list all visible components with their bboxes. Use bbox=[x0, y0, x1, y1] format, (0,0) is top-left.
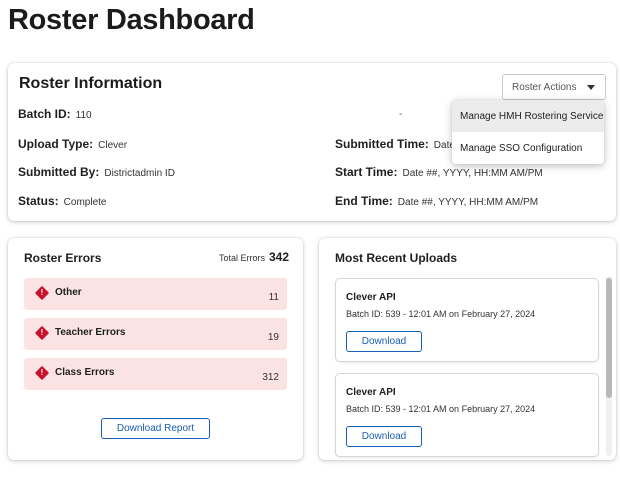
roster-errors-title: Roster Errors bbox=[24, 251, 102, 265]
total-errors: Total Errors 342 bbox=[219, 250, 289, 264]
roster-information-title: Roster Information bbox=[19, 75, 163, 92]
upload-item-title: Clever API bbox=[346, 292, 396, 303]
error-row-teacher-errors[interactable]: Teacher Errors 19 bbox=[24, 318, 287, 350]
uploads-scrollbar-thumb[interactable] bbox=[606, 278, 612, 398]
upload-type-value: Clever bbox=[98, 140, 128, 151]
error-row-other[interactable]: Other 11 bbox=[24, 278, 287, 310]
upload-item-title: Clever API bbox=[346, 387, 396, 398]
upload-item-meta: Batch ID: 539 - 12:01 AM on February 27,… bbox=[346, 404, 536, 414]
menu-item-manage-hmh-rostering[interactable]: Manage HMH Rostering Service bbox=[452, 100, 604, 132]
menu-item-manage-sso-configuration[interactable]: Manage SSO Configuration bbox=[452, 132, 604, 164]
page-title: Roster Dashboard bbox=[8, 4, 255, 36]
error-diamond-icon bbox=[34, 365, 50, 381]
roster-errors-card: Roster Errors Total Errors342 Other 11 T… bbox=[8, 238, 303, 460]
batch-id-label: Batch ID: bbox=[18, 107, 71, 121]
error-row-label: Class Errors bbox=[55, 367, 115, 378]
download-report-button[interactable]: Download Report bbox=[101, 418, 210, 439]
submitted-by-label: Submitted By: bbox=[18, 165, 100, 179]
end-time-field: End Time: Date ##, YYYY, HH:MM AM/PM bbox=[335, 194, 538, 208]
most-recent-uploads-card: Most Recent Uploads Clever API Batch ID:… bbox=[319, 238, 616, 460]
roster-actions-dropdown[interactable]: Roster Actions bbox=[502, 74, 606, 100]
error-diamond-icon bbox=[34, 325, 50, 341]
start-time-label: Start Time: bbox=[335, 165, 398, 179]
most-recent-uploads-title: Most Recent Uploads bbox=[335, 251, 458, 265]
end-time-label: End Time: bbox=[335, 194, 393, 208]
download-button[interactable]: Download bbox=[346, 331, 422, 352]
upload-item: Clever API Batch ID: 539 - 12:01 AM on F… bbox=[335, 278, 599, 362]
status-value: Complete bbox=[63, 197, 107, 208]
status-label: Status: bbox=[18, 194, 59, 208]
error-row-count: 312 bbox=[262, 372, 279, 383]
upload-type-field: Upload Type: Clever bbox=[18, 137, 127, 151]
total-errors-value: 342 bbox=[268, 250, 289, 264]
roster-actions-menu: Manage HMH Rostering Service Manage SSO … bbox=[452, 100, 604, 164]
status-field: Status: Complete bbox=[18, 194, 106, 208]
error-row-count: 19 bbox=[267, 332, 279, 343]
total-errors-label: Total Errors bbox=[218, 253, 265, 263]
start-time-field: Start Time: Date ##, YYYY, HH:MM AM/PM bbox=[335, 165, 543, 179]
error-row-label: Teacher Errors bbox=[55, 327, 126, 338]
submitted-by-value: Districtadmin ID bbox=[104, 168, 175, 179]
submitted-time-label: Submitted Time: bbox=[335, 137, 429, 151]
batch-id-value: 110 bbox=[75, 110, 92, 121]
error-row-class-errors[interactable]: Class Errors 312 bbox=[24, 358, 287, 390]
batch-id-field: Batch ID: 110 bbox=[18, 107, 92, 121]
submitted-by-field: Submitted By: Districtadmin ID bbox=[18, 165, 175, 179]
upload-type-label: Upload Type: bbox=[18, 137, 94, 151]
info-separator: - bbox=[399, 109, 403, 120]
roster-actions-label: Roster Actions bbox=[512, 81, 577, 93]
upload-item: Clever API Batch ID: 539 - 12:01 AM on F… bbox=[335, 373, 599, 457]
error-row-label: Other bbox=[55, 287, 82, 298]
error-row-count: 11 bbox=[268, 292, 279, 303]
submitted-time-field: Submitted Time: Date bbox=[335, 137, 455, 151]
end-time-value: Date ##, YYYY, HH:MM AM/PM bbox=[397, 197, 539, 208]
download-button[interactable]: Download bbox=[346, 426, 422, 447]
error-diamond-icon bbox=[34, 285, 50, 301]
caret-down-icon bbox=[587, 85, 595, 90]
upload-item-meta: Batch ID: 539 - 12:01 AM on February 27,… bbox=[346, 309, 536, 319]
start-time-value: Date ##, YYYY, HH:MM AM/PM bbox=[402, 168, 543, 179]
